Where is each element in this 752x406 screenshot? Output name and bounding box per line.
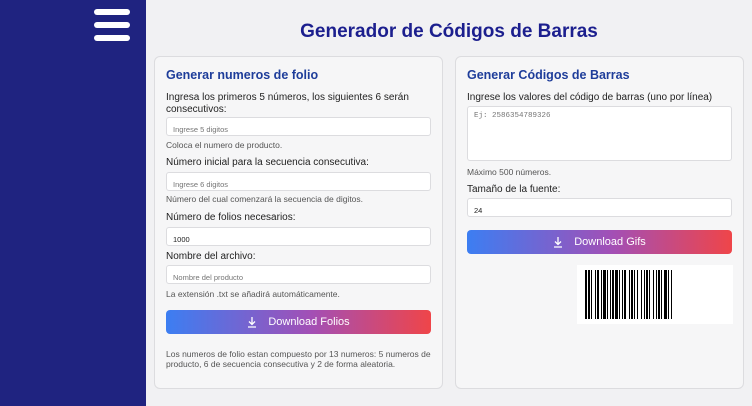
download-folios-label: Download Folios — [268, 316, 350, 328]
barcode-bar — [634, 270, 635, 319]
sequence-start-help: Número del cual comenzará la secuencia d… — [166, 194, 364, 204]
barcode-bar — [653, 270, 654, 319]
barcode-bar — [615, 270, 618, 319]
hamburger-menu-icon[interactable] — [94, 8, 130, 42]
barcode-bar — [629, 270, 630, 319]
product-digits-label: Ingresa los primeros 5 números, los sigu… — [166, 92, 409, 115]
barcode-bar — [671, 270, 672, 319]
barcode-values-textarea[interactable] — [467, 106, 732, 161]
main-content: Generador de Códigos de Barras Generar n… — [146, 0, 752, 406]
barcode-bar — [597, 270, 599, 319]
barcode-bar — [588, 270, 590, 319]
barcode-bar — [622, 270, 623, 319]
file-name-input[interactable] — [166, 265, 431, 284]
folios-card-title: Generar numeros de folio — [166, 68, 319, 82]
barcode-bar — [624, 270, 626, 319]
barcode-bar — [661, 270, 662, 319]
barcode-bar — [595, 270, 596, 319]
barcodes-card-title: Generar Códigos de Barras — [467, 68, 630, 82]
barcode-bar — [619, 270, 620, 319]
barcode-values-label: Ingrese los valores del código de barras… — [467, 92, 713, 103]
barcode-bar — [631, 270, 633, 319]
product-digits-help: Coloca el numero de producto. — [166, 140, 283, 150]
page-title: Generador de Códigos de Barras — [300, 21, 598, 42]
sequence-start-label: Número inicial para la secuencia consecu… — [166, 157, 369, 168]
font-size-input[interactable] — [467, 198, 732, 217]
barcode-bar — [607, 270, 608, 319]
barcode-bar — [610, 270, 611, 319]
download-gifs-button[interactable]: Download Gifs — [467, 230, 732, 254]
barcode-bar — [644, 270, 645, 319]
barcode-bar — [612, 270, 614, 319]
barcode-bar — [601, 270, 602, 319]
download-icon — [247, 316, 257, 328]
barcode-bar — [641, 270, 642, 319]
file-name-help: La extensión .txt se añadirá automáticam… — [166, 289, 340, 299]
download-icon — [553, 236, 563, 248]
barcode-values-help: Máximo 500 números. — [467, 167, 552, 177]
folios-card: Generar numeros de folio Ingresa los pri… — [154, 56, 443, 389]
barcode-bar — [591, 270, 592, 319]
barcode-bar — [603, 270, 606, 319]
folio-count-input[interactable] — [166, 227, 431, 246]
folio-count-label: Número de folios necesarios: — [166, 212, 296, 223]
barcodes-card: Generar Códigos de Barras Ingrese los va… — [455, 56, 744, 389]
folio-format-note: Los numeros de folio estan compuesto por… — [166, 349, 431, 369]
barcode-bar — [585, 270, 587, 319]
barcode-bar — [664, 270, 667, 319]
barcode-image — [577, 265, 733, 324]
font-size-label: Tamaño de la fuente: — [467, 184, 561, 195]
file-name-label: Nombre del archivo: — [166, 251, 256, 262]
download-gifs-label: Download Gifs — [574, 236, 646, 248]
barcode-bar — [656, 270, 657, 319]
barcode-bar — [649, 270, 650, 319]
download-folios-button[interactable]: Download Folios — [166, 310, 431, 334]
sequence-start-input[interactable] — [166, 172, 431, 191]
barcode-bar — [658, 270, 660, 319]
barcode-bar — [668, 270, 669, 319]
barcode-bar — [637, 270, 638, 319]
barcode-bar — [646, 270, 648, 319]
sidebar — [0, 0, 146, 406]
product-digits-input[interactable] — [166, 117, 431, 136]
